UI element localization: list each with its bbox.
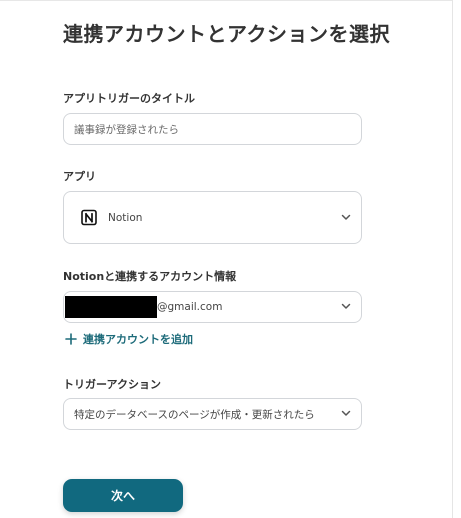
- top-divider: [0, 0, 452, 1]
- account-label: Notionと連携するアカウント情報: [63, 270, 237, 283]
- redacted-email-block: [65, 296, 157, 318]
- chevron-down-icon: [341, 214, 351, 220]
- notion-logo-icon: [81, 209, 97, 226]
- trigger-title-label: アプリトリガーのタイトル: [63, 92, 195, 105]
- next-button[interactable]: 次へ: [63, 479, 183, 512]
- page-title: 連携アカウントとアクションを選択: [63, 22, 390, 46]
- account-select[interactable]: @gmail.com: [63, 291, 362, 323]
- right-divider: [452, 0, 453, 518]
- trigger-title-input[interactable]: [74, 123, 344, 135]
- plus-icon: [65, 333, 77, 345]
- add-account-label: 連携アカウントを追加: [83, 333, 193, 346]
- chevron-down-icon: [341, 303, 351, 309]
- trigger-action-select[interactable]: 特定のデータベースのページが作成・更新されたら: [63, 398, 362, 430]
- trigger-title-field[interactable]: [63, 113, 362, 145]
- account-email-suffix: @gmail.com: [157, 301, 223, 313]
- app-select[interactable]: Notion: [63, 191, 362, 244]
- app-label: アプリ: [63, 170, 96, 183]
- add-account-link[interactable]: 連携アカウントを追加: [65, 331, 193, 347]
- app-selected-value: Notion: [108, 211, 143, 224]
- trigger-action-selected-value: 特定のデータベースのページが作成・更新されたら: [74, 408, 315, 421]
- trigger-action-label: トリガーアクション: [63, 378, 162, 391]
- chevron-down-icon: [341, 410, 351, 416]
